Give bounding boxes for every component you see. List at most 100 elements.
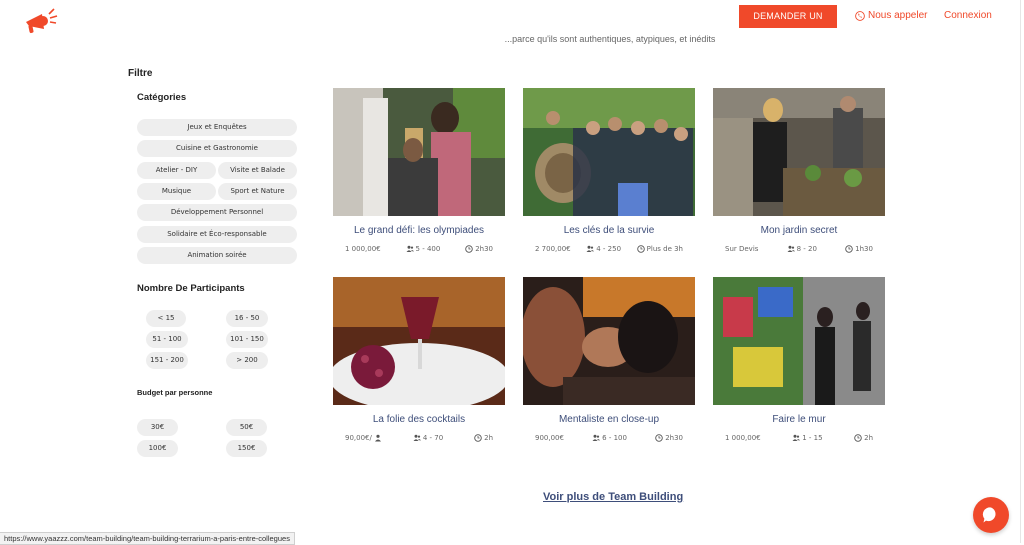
users-icon bbox=[787, 245, 795, 252]
participants-value: 4 - 70 bbox=[422, 434, 444, 442]
price: 1 000,00€ bbox=[345, 245, 381, 253]
request-quote-button[interactable]: DEMANDER UN DEVIS bbox=[739, 5, 837, 44]
activity-title[interactable]: Mentaliste en close-up bbox=[523, 414, 695, 425]
activity-card[interactable]: Mon jardin secret Sur Devis 8 - 20 1h30 bbox=[713, 88, 885, 253]
duration-info: 1h30 bbox=[845, 245, 873, 253]
participants-info: 5 - 400 bbox=[406, 245, 441, 253]
users-icon bbox=[413, 434, 421, 441]
participants-value: 8 - 20 bbox=[796, 245, 817, 253]
duration-value: 2h30 bbox=[475, 245, 493, 253]
category-filter[interactable]: Atelier - DIY bbox=[137, 162, 216, 179]
activity-photo-cocktails[interactable] bbox=[333, 277, 505, 405]
activity-title[interactable]: La folie des cocktails bbox=[333, 414, 505, 425]
activity-card[interactable]: Faire le mur 1 000,00€ 1 - 15 2h bbox=[713, 277, 885, 442]
chat-icon bbox=[982, 507, 996, 523]
clock-icon bbox=[474, 434, 482, 442]
participants-value: 5 - 400 bbox=[415, 245, 441, 253]
category-filter[interactable]: Animation soirée bbox=[137, 247, 297, 264]
users-icon bbox=[792, 434, 801, 441]
megaphone-logo-icon[interactable] bbox=[22, 5, 60, 35]
participants-filter[interactable]: < 15 bbox=[146, 310, 186, 327]
clock-icon bbox=[465, 245, 473, 253]
participants-filter[interactable]: 101 - 150 bbox=[226, 331, 268, 348]
participants-filter[interactable]: 51 - 100 bbox=[146, 331, 188, 348]
duration-info: 2h bbox=[854, 434, 873, 442]
duration-info: Plus de 3h bbox=[636, 245, 683, 253]
category-filter[interactable]: Sport et Nature bbox=[218, 183, 297, 200]
participants-value: 4 - 250 bbox=[596, 245, 622, 253]
activity-photo-jardin[interactable] bbox=[713, 88, 885, 216]
participants-title: Nombre De Participants bbox=[137, 283, 245, 294]
activity-photo-survie[interactable] bbox=[523, 88, 695, 216]
clock-icon bbox=[636, 245, 645, 253]
budget-filter[interactable]: 50€ bbox=[226, 419, 267, 436]
activity-meta: Sur Devis 8 - 20 1h30 bbox=[713, 245, 885, 253]
activity-title[interactable]: Mon jardin secret bbox=[713, 225, 885, 236]
budget-title: Budget par personne bbox=[137, 388, 213, 397]
activity-card[interactable]: Mentaliste en close-up 900,00€ 6 - 100 2… bbox=[523, 277, 695, 442]
phone-icon bbox=[855, 10, 865, 21]
participants-filter[interactable]: 16 - 50 bbox=[226, 310, 268, 327]
duration-value: 2h bbox=[864, 434, 873, 442]
budget-filter[interactable]: 30€ bbox=[137, 419, 178, 436]
activity-title[interactable]: Le grand défi: les olympiades bbox=[333, 225, 505, 236]
category-filter[interactable]: Jeux et Enquêtes bbox=[137, 119, 297, 136]
category-filter[interactable]: Visite et Balade bbox=[218, 162, 297, 179]
duration-value: 2h bbox=[484, 434, 493, 442]
activity-title[interactable]: Faire le mur bbox=[713, 414, 885, 425]
tagline: ...parce qu'ils sont authentiques, atypi… bbox=[504, 34, 716, 44]
duration-info: 2h bbox=[474, 434, 493, 442]
category-filter[interactable]: Solidaire et Éco-responsable bbox=[137, 226, 297, 243]
participants-info: 1 - 15 bbox=[792, 434, 823, 442]
status-bar-url: https://www.yaazzz.com/team-building/tea… bbox=[0, 532, 295, 545]
price: 1 000,00€ bbox=[725, 434, 761, 442]
login-link[interactable]: Connexion bbox=[944, 10, 992, 21]
participants-info: 4 - 250 bbox=[586, 245, 621, 253]
budget-filter[interactable]: 150€ bbox=[226, 440, 267, 457]
activity-meta: 900,00€ 6 - 100 2h30 bbox=[523, 434, 695, 442]
price: 900,00€ bbox=[535, 434, 564, 442]
categories-title: Catégories bbox=[137, 92, 187, 103]
duration-value: Plus de 3h bbox=[646, 245, 683, 253]
activity-meta: 1 000,00€ 5 - 400 2h30 bbox=[333, 245, 505, 253]
price: Sur Devis bbox=[725, 245, 759, 253]
participants-info: 6 - 100 bbox=[592, 434, 627, 442]
users-icon bbox=[406, 245, 414, 252]
price-value: 90,00€/ bbox=[345, 434, 372, 442]
activity-title[interactable]: Les clés de la survie bbox=[523, 225, 695, 236]
category-filter[interactable]: Cuisine et Gastronomie bbox=[137, 140, 297, 157]
activity-meta: 90,00€/ 4 - 70 2h bbox=[333, 434, 505, 442]
activity-card[interactable]: Les clés de la survie 2 700,00€ 4 - 250 … bbox=[523, 88, 695, 253]
call-link[interactable]: Nous appeler bbox=[855, 10, 927, 21]
duration-info: 2h30 bbox=[465, 245, 493, 253]
activity-meta: 2 700,00€ 4 - 250 Plus de 3h bbox=[523, 245, 695, 253]
users-icon bbox=[586, 245, 595, 252]
call-label: Nous appeler bbox=[868, 10, 928, 21]
participants-info: 4 - 70 bbox=[413, 434, 443, 442]
activity-card[interactable]: La folie des cocktails 90,00€/ 4 - 70 2h bbox=[333, 277, 505, 442]
user-icon bbox=[374, 434, 381, 442]
participants-filter[interactable]: > 200 bbox=[226, 352, 268, 369]
see-more-link[interactable]: Voir plus de Team Building bbox=[543, 491, 683, 503]
filter-title: Filtre bbox=[128, 68, 153, 79]
price: 2 700,00€ bbox=[535, 245, 571, 253]
duration-value: 2h30 bbox=[665, 434, 683, 442]
category-filter[interactable]: Développement Personnel bbox=[137, 204, 297, 221]
users-icon bbox=[592, 434, 601, 441]
participants-value: 6 - 100 bbox=[602, 434, 627, 442]
activity-photo-mur[interactable] bbox=[713, 277, 885, 405]
participants-info: 8 - 20 bbox=[787, 245, 817, 253]
activity-photo-mentaliste[interactable] bbox=[523, 277, 695, 405]
budget-filter[interactable]: 100€ bbox=[137, 440, 178, 457]
duration-value: 1h30 bbox=[855, 245, 873, 253]
activity-card[interactable]: Le grand défi: les olympiades 1 000,00€ … bbox=[333, 88, 505, 253]
duration-info: 2h30 bbox=[655, 434, 683, 442]
category-filter[interactable]: Musique bbox=[137, 183, 216, 200]
activity-meta: 1 000,00€ 1 - 15 2h bbox=[713, 434, 885, 442]
activity-photo-olympiades[interactable] bbox=[333, 88, 505, 216]
participants-value: 1 - 15 bbox=[802, 434, 823, 442]
clock-icon bbox=[655, 434, 663, 442]
price: 90,00€/ bbox=[345, 434, 382, 442]
chat-button[interactable] bbox=[973, 497, 1009, 533]
participants-filter[interactable]: 151 - 200 bbox=[146, 352, 188, 369]
